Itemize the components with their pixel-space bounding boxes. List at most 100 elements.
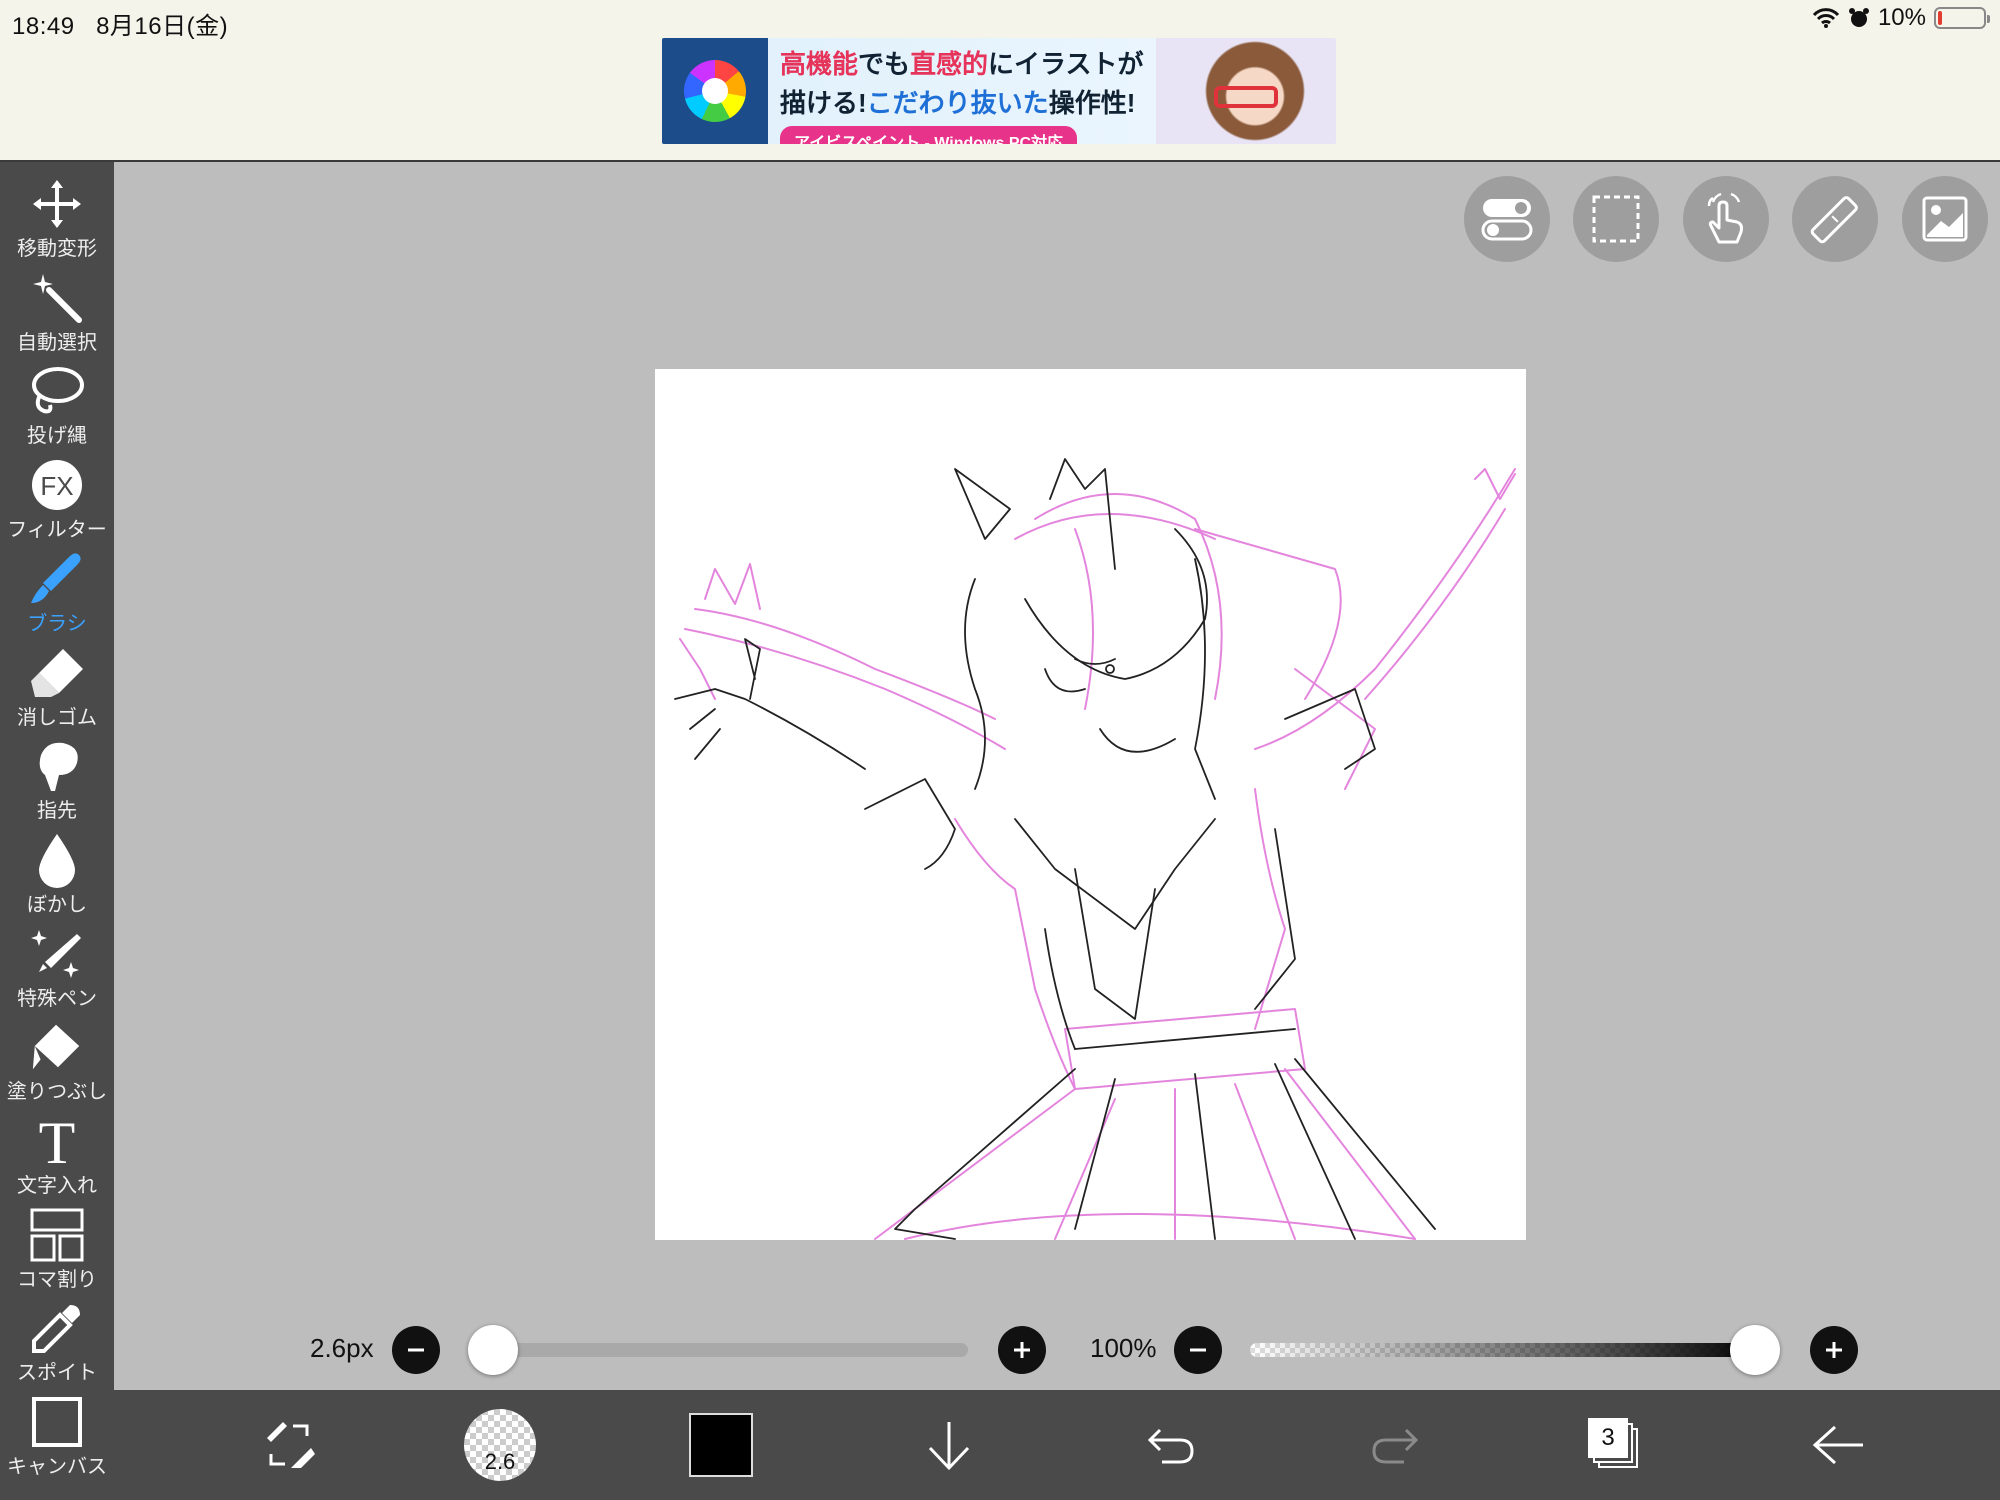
- reference-button[interactable]: [1902, 176, 1988, 262]
- selection-button[interactable]: [1573, 176, 1659, 262]
- ad-line2: 描ける!こだわり抜いた操作性!: [780, 88, 1136, 118]
- toggle-icon: [1481, 199, 1533, 241]
- reference-image-icon: [1922, 196, 1968, 242]
- status-indicators: 10%: [1812, 4, 1990, 32]
- svg-text:T: T: [39, 1113, 76, 1169]
- fill-icon: [29, 1019, 85, 1075]
- tool-lasso[interactable]: 投げ縄: [0, 363, 114, 455]
- tool-label: 文字入れ: [17, 1175, 97, 1197]
- brush-size-decrease-button[interactable]: [392, 1326, 440, 1374]
- brush-eraser-swap-icon: [267, 1422, 315, 1468]
- opacity-increase-button[interactable]: [1810, 1326, 1858, 1374]
- ibis-paint-app: 18:49 8月16日(金) 10% 高機能でも直感的にイラストが 描ける!こだ…: [0, 0, 2000, 1500]
- glasses-icon: [1214, 86, 1278, 108]
- brush-size-increase-button[interactable]: [998, 1326, 1046, 1374]
- lasso-icon: [29, 363, 85, 419]
- tool-text[interactable]: T 文字入れ: [0, 1113, 114, 1205]
- fx-icon: FX: [29, 457, 85, 513]
- layer-count: 3: [1588, 1418, 1628, 1458]
- brush-preview-button[interactable]: 2.6: [460, 1390, 540, 1500]
- tool-fill[interactable]: 塗りつぶし: [0, 1019, 114, 1111]
- tool-eraser[interactable]: 消しゴム: [0, 645, 114, 737]
- selection-icon: [1592, 195, 1640, 243]
- download-button[interactable]: [914, 1390, 984, 1500]
- bottom-toolbar: 2.6 3: [114, 1390, 2000, 1500]
- tool-label: 消しゴム: [17, 706, 97, 729]
- tool-special-pen[interactable]: 特殊ペン: [0, 926, 114, 1018]
- redo-button[interactable]: [1360, 1390, 1430, 1500]
- undo-button[interactable]: [1136, 1390, 1206, 1500]
- opacity-label: 100%: [1090, 1333, 1157, 1363]
- toggle-button[interactable]: [1464, 176, 1550, 262]
- tool-label: 自動選択: [17, 331, 97, 354]
- move-icon: [29, 176, 85, 232]
- tool-label: フィルター: [7, 519, 107, 542]
- tool-eyedropper[interactable]: スポイト: [0, 1300, 114, 1392]
- color-wheel-icon: [684, 60, 746, 122]
- brush-size-slider[interactable]: [470, 1343, 968, 1357]
- magic-wand-icon: [29, 270, 85, 326]
- current-color-swatch: [689, 1413, 753, 1477]
- tool-label: 塗りつぶし: [6, 1081, 108, 1104]
- opacity-slider-knob[interactable]: [1730, 1325, 1780, 1375]
- tool-move[interactable]: 移動変形: [0, 176, 114, 268]
- brush-size-slider-knob[interactable]: [468, 1325, 518, 1375]
- brush-icon: [29, 551, 85, 607]
- color-button[interactable]: [686, 1390, 756, 1500]
- battery-level: [1938, 11, 1943, 25]
- text-icon: T: [29, 1113, 85, 1169]
- tool-label: キャンバス: [7, 1456, 107, 1479]
- frame-divider-icon: [29, 1207, 85, 1263]
- blur-icon: [29, 832, 85, 888]
- ad-line1: 高機能でも直感的にイラストが: [780, 49, 1144, 79]
- plus-icon: [1014, 1342, 1030, 1358]
- status-date: 8月16日(金): [96, 13, 229, 40]
- tool-brush[interactable]: ブラシ: [0, 551, 114, 643]
- tool-label: 特殊ペン: [17, 987, 97, 1010]
- ad-banner[interactable]: 高機能でも直感的にイラストが 描ける!こだわり抜いた操作性! アイビスペイント …: [662, 38, 1336, 144]
- sketch-drawing: [674, 458, 1516, 1240]
- opacity-decrease-button[interactable]: [1174, 1326, 1222, 1374]
- redo-icon: [1372, 1428, 1419, 1464]
- arrow-down-icon: [928, 1422, 970, 1471]
- canvas-icon: [29, 1394, 85, 1450]
- layers-button[interactable]: 3: [1580, 1390, 1650, 1500]
- ad-text: 高機能でも直感的にイラストが 描ける!こだわり抜いた操作性! アイビスペイント …: [768, 38, 1156, 144]
- ruler-button[interactable]: [1792, 176, 1878, 262]
- ruler-icon: [1810, 196, 1858, 244]
- tool-canvas[interactable]: キャンバス: [0, 1394, 114, 1486]
- top-bar: 18:49 8月16日(金) 10% 高機能でも直感的にイラストが 描ける!こだ…: [0, 0, 2000, 162]
- gesture-button[interactable]: [1683, 176, 1769, 262]
- arrow-left-icon: [1812, 1425, 1863, 1465]
- brush-preview-icon: 2.6: [464, 1409, 536, 1481]
- eyedropper-icon: [29, 1300, 85, 1356]
- tool-smudge[interactable]: 指先: [0, 738, 114, 830]
- gesture-hand-icon: [1707, 192, 1743, 244]
- tool-blur[interactable]: ぼかし: [0, 832, 114, 924]
- tool-label: 移動変形: [17, 238, 97, 260]
- tool-fx[interactable]: FX フィルター: [0, 457, 114, 549]
- swap-tools-button[interactable]: [244, 1390, 334, 1500]
- brush-size-label: 2.6px: [310, 1333, 374, 1363]
- tool-magic-wand[interactable]: 自動選択: [0, 270, 114, 362]
- battery-icon: [1934, 7, 1990, 29]
- ad-character-image: [1156, 38, 1336, 144]
- drawing-canvas[interactable]: [655, 369, 1526, 1240]
- status-time: 18:49 8月16日(金): [12, 6, 228, 41]
- smudge-icon: [29, 738, 85, 794]
- minus-icon: [1190, 1348, 1206, 1352]
- ibis-logo-icon: [662, 38, 768, 144]
- minus-icon: [408, 1348, 424, 1352]
- eraser-icon: [29, 645, 85, 701]
- alarm-icon: [1848, 8, 1869, 27]
- undo-icon: [1147, 1428, 1194, 1464]
- tool-label: コマ割り: [17, 1268, 97, 1291]
- opacity-slider[interactable]: [1250, 1343, 1766, 1357]
- tool-frame-divider[interactable]: コマ割り: [0, 1207, 114, 1299]
- wifi-icon: [1812, 8, 1840, 28]
- battery-text: 10%: [1877, 4, 1926, 31]
- tool-label: 投げ縄: [27, 425, 87, 448]
- tool-label: スポイト: [17, 1362, 97, 1385]
- back-button[interactable]: [1804, 1390, 1874, 1500]
- special-pen-icon: [29, 926, 85, 982]
